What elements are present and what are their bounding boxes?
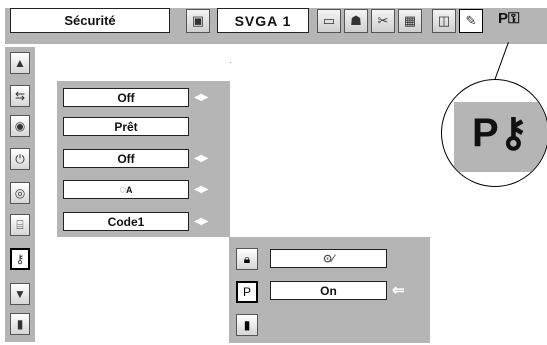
row-5-arrows[interactable]: ◀▶ [194, 212, 208, 231]
row-2-value[interactable]: Prêt [63, 117, 189, 136]
pointer-arrow: ⇐ [392, 282, 405, 299]
pin-code-icon[interactable]: P [236, 281, 258, 303]
projector-lock-icon: ⊙⁄ [322, 253, 335, 265]
input-switch-icon[interactable]: ⇆ [10, 85, 30, 107]
key-icon[interactable]: ⚷ [10, 248, 30, 270]
lock-icon[interactable]: 🔒︎ [236, 248, 258, 270]
key-zoom-icon: P⚷ [472, 111, 528, 155]
row-4-arrows[interactable]: ◀▶ [194, 180, 208, 199]
row-1-value[interactable]: Off [63, 88, 189, 107]
row-4-value[interactable]: ◌ A [63, 180, 189, 199]
lamp-counter-icon[interactable]: ◎ [10, 182, 30, 204]
projector-icon[interactable]: ▣ [186, 9, 210, 33]
triangle-down-icon[interactable]: ▼ [10, 283, 30, 305]
lock-value[interactable]: ⊙⁄ [270, 249, 387, 268]
speaker-icon[interactable]: ◫ [432, 9, 456, 33]
signal-mode: SVGA 1 [217, 8, 309, 33]
menu-title: Sécurité [10, 8, 170, 33]
zoom-callout: P⚷ [441, 79, 547, 187]
exit-icon[interactable]: ▮ [10, 313, 30, 335]
filter-icon[interactable]: ⌸ [10, 214, 30, 236]
pencil-icon[interactable]: ✎ [459, 9, 483, 33]
row-1-arrows[interactable]: ◀▶ [194, 88, 208, 107]
exit-icon[interactable]: ▮ [236, 314, 258, 336]
lamp-icon[interactable]: ◉ [10, 115, 30, 137]
color-balance-icon[interactable]: ✂ [371, 9, 395, 33]
zoom-background: P⚷ [454, 102, 547, 172]
row-3-value[interactable]: Off [63, 149, 189, 168]
power-icon[interactable]: ⏻ [10, 148, 30, 170]
people-icon[interactable]: ☗ [344, 9, 368, 33]
row-5-value[interactable]: Code1 [63, 212, 189, 231]
key-tab-icon[interactable]: P⚿ [498, 10, 519, 27]
osd-screen: Sécurité ▣ SVGA 1 ▭ ☗ ✂ ▦ ◫ ✎ P⚿ ▲ ⇆ ◉ ⏻… [0, 0, 547, 345]
divider [230, 62, 231, 63]
triangle-up-icon[interactable]: ▲ [10, 52, 30, 74]
pin-code-value[interactable]: On [270, 281, 387, 300]
row-3-arrows[interactable]: ◀▶ [194, 149, 208, 168]
image-icon[interactable]: ▦ [398, 9, 422, 33]
screen-icon[interactable]: ▭ [317, 9, 341, 33]
